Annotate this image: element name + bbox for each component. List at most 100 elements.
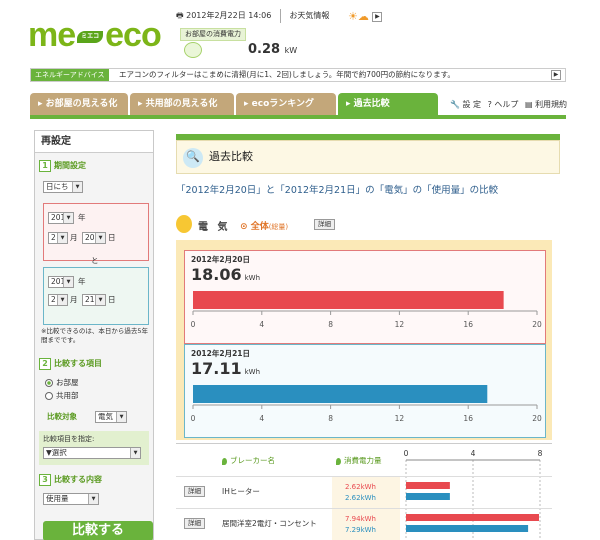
comparison-summary: 「2012年2月20日」と「2012年2月21日」の「電気」の「使用量」の比較 <box>176 185 499 196</box>
power-label: お部屋の消費電力 <box>180 28 246 41</box>
table-row: 詳細 居間洋室2電灯・コンセント 7.94kWh 7.29kWh <box>176 508 552 538</box>
period-note: ※比較できるのは、本日から過去5年間までです。 <box>41 327 148 344</box>
weather-next-button[interactable]: ▶ <box>372 12 383 22</box>
chart-date: 2012年2月21日 <box>191 349 251 358</box>
section-name: 電 気 <box>198 222 231 233</box>
magnifier-icon: 🔍 <box>183 148 203 168</box>
header-info: 🖶 2012年2月22日 14:06 お天気情報 ☀☁ ▶ お部屋の消費電力 0… <box>176 8 406 62</box>
radio-indicator <box>45 392 53 400</box>
radio-common[interactable]: 共用部 <box>45 390 79 402</box>
power-column-header: 消費電力量 <box>336 456 382 466</box>
header-datetime-row: 🖶 2012年2月22日 14:06 お天気情報 <box>176 8 329 24</box>
detail-button[interactable]: 詳細 <box>314 219 335 230</box>
date1-box: 2012 年 2 月 20 日 <box>43 203 149 261</box>
reset-panel: 再設定 1期間設定 日にち 2012 年 2 月 20 日 と 2012 年 2… <box>34 130 154 540</box>
tab-common[interactable]: ▸ 共用部の見える化 <box>130 93 234 115</box>
value-day1: 7.94kWh <box>345 515 376 523</box>
document-icon: ▤ <box>524 100 533 109</box>
settings-link[interactable]: 🔧 設 定 <box>450 100 481 109</box>
wrench-icon: 🔧 <box>450 100 460 109</box>
date2-box: 2012 年 2 月 21 日 <box>43 267 149 325</box>
datetime: 2012年2月22日 14:06 <box>186 11 272 20</box>
compare-items-box: 比較項目を指定: ▼選択 <box>39 431 149 465</box>
value-day2: 2.62kWh <box>345 494 376 502</box>
power-value: 0.28 kW <box>248 42 298 57</box>
bar-chart-day2: 0 4 8 12 16 20 <box>191 385 542 423</box>
advice-text: エアコンのフィルターはこまめに清掃(月に1、2回)しましょう。年間で約700円の… <box>119 70 455 79</box>
x-tick-label: 20 <box>532 320 542 329</box>
chart-day1: 2012年2月20日 18.06 kWh 0 4 8 12 16 20 <box>184 250 546 344</box>
bulb-icon <box>176 215 192 233</box>
date1-month-select[interactable]: 2 <box>48 232 68 244</box>
pin-icon <box>222 457 227 465</box>
table-row: 詳細 IHヒーター 2.62kWh 2.62kWh <box>176 476 552 506</box>
date2-year-select[interactable]: 2012 <box>48 276 74 288</box>
breaker-column-header: ブレーカー名 <box>222 456 275 466</box>
x-tick-label: 4 <box>259 320 264 329</box>
date2-month-select[interactable]: 2 <box>48 294 68 306</box>
x-tick-label: 8 <box>328 320 333 329</box>
chart-total: 17.11 kWh <box>191 359 261 378</box>
target-label: 比較対象 <box>47 412 77 421</box>
help-link[interactable]: ? ヘルプ <box>488 100 519 109</box>
weather-label: お天気情報 <box>289 11 330 20</box>
nav-underline <box>30 115 566 119</box>
breaker-name: IHヒーター <box>222 487 260 496</box>
advice-next-button[interactable]: ▶ <box>551 70 561 80</box>
compare-button[interactable]: 比較する <box>43 521 153 540</box>
divider <box>279 8 281 23</box>
period-section-label: 1 期間設定 <box>39 159 86 173</box>
tab-room[interactable]: ▸ お部屋の見える化 <box>30 93 128 115</box>
logo[interactable]: me ミエコ eco <box>28 18 168 52</box>
content-section-label: 3 比較する内容 <box>39 473 102 487</box>
weather-widget: ☀☁ ▶ <box>348 10 408 24</box>
print-icon[interactable]: 🖶 <box>176 11 184 20</box>
content-select[interactable]: 使用量 <box>43 493 99 505</box>
breaker-table: 048 ブレーカー名 消費電力量 詳細 IHヒーター 2.62kWh 2.62k… <box>176 443 552 540</box>
leaf-icon: ミエコ <box>77 31 104 44</box>
period-unit-select[interactable]: 日にち <box>43 181 83 193</box>
value-day1: 2.62kWh <box>345 483 376 491</box>
electricity-section-header: 電 気 ⊙ 全体(総量) 詳細 <box>176 215 566 235</box>
radio-room[interactable]: お部屋 <box>45 377 79 389</box>
x-tick-label: 0 <box>191 414 196 423</box>
x-tick-label: 0 <box>191 320 196 329</box>
page-title: 過去比較 <box>209 150 253 163</box>
date1-day-select[interactable]: 20 <box>82 232 106 244</box>
utility-links: 🔧 設 定 ? ヘルプ ▤ 利用規約 <box>450 98 570 112</box>
weather-icon: ☀☁ <box>348 10 369 23</box>
radio-indicator <box>45 379 53 387</box>
usage-bar <box>193 385 488 403</box>
compare-items-select[interactable]: ▼選択 <box>43 447 141 459</box>
chart-total: 18.06 kWh <box>191 265 261 284</box>
value-day2: 7.29kWh <box>345 526 376 534</box>
panel-title: 再設定 <box>35 131 153 153</box>
power-widget: お部屋の消費電力 0.28 kW <box>176 28 306 62</box>
tab-eco-ranking[interactable]: ▸ ecoランキング <box>236 93 336 115</box>
x-tick-label: 12 <box>395 414 405 423</box>
scope-label: ⊙ 全体(総量) <box>240 222 289 232</box>
usage-bar <box>193 291 504 309</box>
breaker-name: 居間洋室2電灯・コンセント <box>222 519 317 528</box>
table-header: ブレーカー名 消費電力量 <box>176 444 552 476</box>
x-tick-label: 16 <box>463 414 473 423</box>
target-select[interactable]: 電気 <box>95 411 127 423</box>
tab-history[interactable]: ▸ 過去比較 <box>338 93 438 115</box>
date1-year-select[interactable]: 2012 <box>48 212 74 224</box>
x-tick-label: 20 <box>532 414 542 423</box>
advice-tag: エネルギーアドバイス <box>31 69 109 81</box>
x-tick-label: 12 <box>395 320 405 329</box>
x-tick-label: 4 <box>259 414 264 423</box>
date2-day-select[interactable]: 21 <box>82 294 106 306</box>
pin-icon <box>336 457 341 465</box>
main-header: 🔍 過去比較 <box>176 140 560 174</box>
mascot-icon <box>184 42 202 58</box>
energy-advice-bar: エネルギーアドバイス エアコンのフィルターはこまめに清掃(月に1、2回)しましょ… <box>30 68 566 82</box>
bar-chart-day1: 0 4 8 12 16 20 <box>191 291 542 329</box>
items-section-label: 2 比較する項目 <box>39 357 102 371</box>
terms-link[interactable]: ▤ 利用規約 <box>525 100 567 109</box>
detail-button[interactable]: 詳細 <box>184 486 205 497</box>
detail-button[interactable]: 詳細 <box>184 518 205 529</box>
chart-date: 2012年2月20日 <box>191 255 251 264</box>
and-label: と <box>91 256 99 265</box>
